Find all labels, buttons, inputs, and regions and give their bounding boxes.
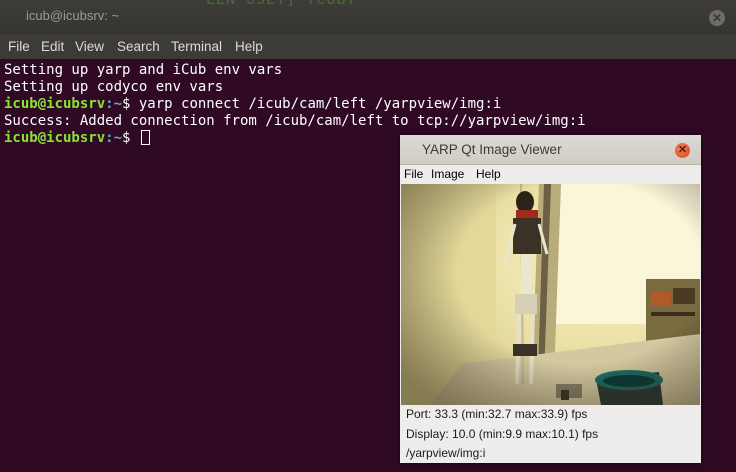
camera-feed-graphic	[401, 184, 700, 405]
menu-terminal[interactable]: Terminal	[171, 39, 222, 54]
menu-view[interactable]: View	[75, 39, 104, 54]
terminal-line: Success: Added connection from /icub/cam…	[4, 113, 586, 129]
yarpview-close-icon[interactable]: ✕	[675, 143, 690, 158]
terminal-line: Setting up yarp and iCub env vars	[4, 62, 283, 78]
menu-file[interactable]: File	[8, 39, 30, 54]
terminal-titlebar[interactable]: EEN USET] TCUBT icub@icubsrv: ~ ✕	[0, 0, 736, 34]
terminal-close-icon[interactable]: ✕	[709, 10, 725, 26]
yarpview-window: YARP Qt Image Viewer ✕ File Image Help P…	[400, 135, 701, 463]
terminal-window-title: icub@icubsrv: ~	[26, 8, 120, 23]
prompt-path: :~	[105, 130, 123, 146]
yarpview-window-title: YARP Qt Image Viewer	[422, 142, 562, 157]
yarpview-menu-image[interactable]: Image	[431, 167, 464, 181]
yarpview-menu-help[interactable]: Help	[476, 167, 501, 181]
prompt-user: icub@icubsrv	[4, 130, 106, 146]
terminal-menubar: File Edit View Search Terminal Help	[0, 34, 736, 59]
menu-help[interactable]: Help	[235, 39, 263, 54]
yarpview-menu-file[interactable]: File	[404, 167, 423, 181]
background-window-text: EEN USET] TCUBT	[206, 0, 356, 8]
prompt-user: icub@icubsrv	[4, 96, 106, 112]
terminal-line: Setting up codyco env vars	[4, 79, 224, 95]
menu-search[interactable]: Search	[117, 39, 160, 54]
port-fps-status: Port: 33.3 (min:32.7 max:33.9) fps	[406, 407, 588, 421]
port-name-status: /yarpview/img:i	[406, 446, 486, 460]
menu-edit[interactable]: Edit	[41, 39, 64, 54]
terminal-command-line: icub@icubsrv:~$ yarp connect /icub/cam/l…	[4, 96, 501, 113]
prompt-path: :~	[105, 96, 123, 112]
command-text: $	[122, 130, 139, 146]
camera-image[interactable]	[401, 184, 700, 405]
yarpview-menubar: File Image Help	[400, 165, 701, 184]
command-text: $ yarp connect /icub/cam/left /yarpview/…	[122, 96, 502, 112]
yarpview-titlebar[interactable]: YARP Qt Image Viewer ✕	[400, 135, 701, 165]
display-fps-status: Display: 10.0 (min:9.9 max:10.1) fps	[406, 427, 599, 441]
text-cursor	[140, 130, 150, 145]
terminal-prompt-line[interactable]: icub@icubsrv:~$	[4, 130, 150, 147]
